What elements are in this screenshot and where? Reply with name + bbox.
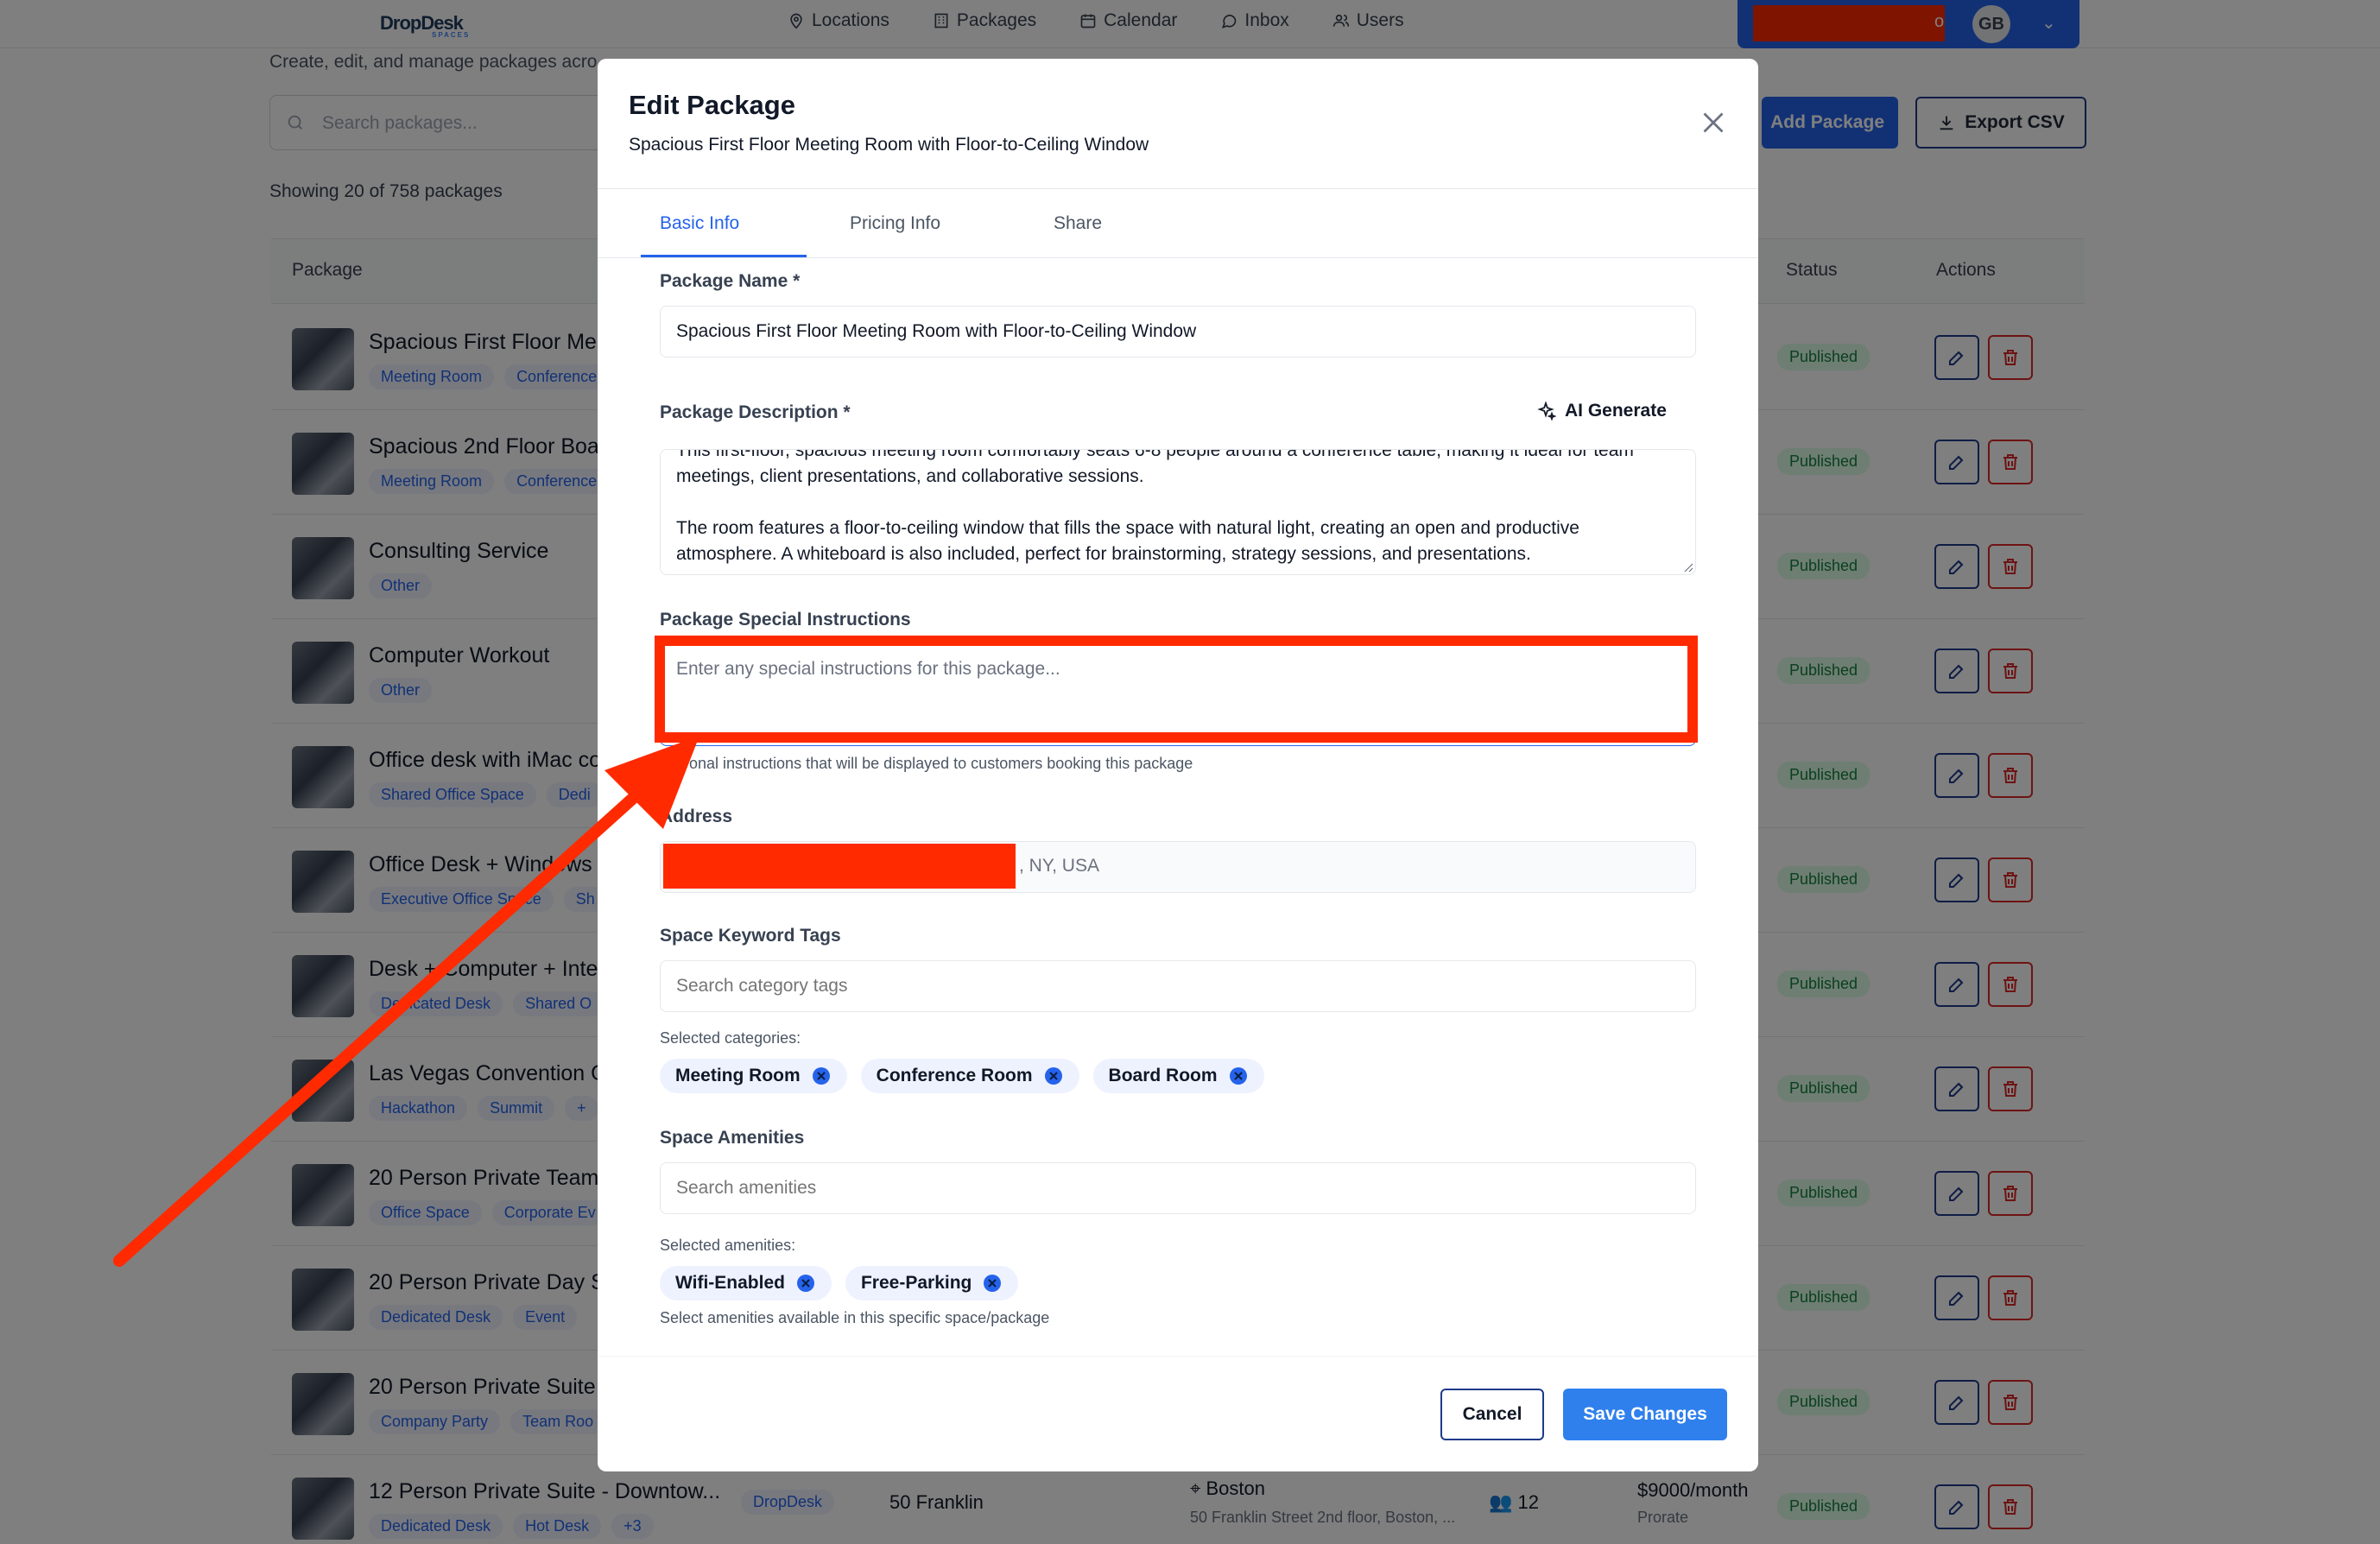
- modal-title: Edit Package: [629, 90, 795, 120]
- annotation-highlight-box: [655, 636, 1698, 743]
- amenities-helper: Select amenities available in this speci…: [660, 1309, 1050, 1326]
- ai-generate-button[interactable]: AI Generate: [1535, 401, 1667, 421]
- remove-chip-icon[interactable]: [1043, 1066, 1064, 1086]
- address-label: Address: [660, 807, 733, 826]
- active-tab-indicator: [641, 255, 807, 257]
- selected-chip: Meeting Room: [660, 1059, 847, 1093]
- tab-share[interactable]: Share: [1054, 213, 1102, 234]
- sparkle-icon: [1537, 401, 1556, 421]
- remove-chip-icon[interactable]: [795, 1273, 816, 1294]
- special-instructions-helper: onal instructions that will be displayed…: [689, 755, 1193, 772]
- selected-categories: Meeting Room Conference Room Board Room: [660, 1059, 1264, 1093]
- redacted-address: [663, 844, 1016, 889]
- special-instructions-label: Package Special Instructions: [660, 610, 911, 630]
- close-icon[interactable]: [1698, 107, 1729, 138]
- save-changes-button[interactable]: Save Changes: [1563, 1389, 1727, 1440]
- selected-chip: Conference Room: [860, 1059, 1079, 1093]
- amenities-search-input[interactable]: [660, 1162, 1696, 1214]
- tab-basic-info[interactable]: Basic Info: [660, 213, 739, 234]
- selected-amenities: Wifi-Enabled Free-Parking: [660, 1266, 1019, 1300]
- remove-chip-icon[interactable]: [982, 1273, 1003, 1294]
- selected-amenities-label: Selected amenities:: [660, 1237, 796, 1254]
- selected-chip: Free-Parking: [845, 1266, 1019, 1300]
- footer-divider: [598, 1356, 1758, 1357]
- remove-chip-icon[interactable]: [1228, 1066, 1249, 1086]
- selected-chip: Wifi-Enabled: [660, 1266, 832, 1300]
- address-suffix: , NY, USA: [1019, 856, 1099, 876]
- selected-categories-label: Selected categories:: [660, 1029, 801, 1047]
- modal-subtitle: Spacious First Floor Meeting Room with F…: [629, 135, 1149, 155]
- space-amenities-label: Space Amenities: [660, 1128, 805, 1148]
- package-description-label: Package Description *: [660, 402, 851, 422]
- package-name-input[interactable]: [660, 306, 1696, 358]
- package-name-label: Package Name *: [660, 271, 801, 291]
- package-description-textarea[interactable]: This first-floor, spacious meeting room …: [660, 449, 1696, 575]
- resize-handle-icon[interactable]: [1681, 560, 1693, 573]
- edit-package-modal: Edit Package Spacious First Floor Meetin…: [598, 59, 1758, 1471]
- description-text: This first-floor, spacious meeting room …: [676, 449, 1634, 564]
- cancel-button[interactable]: Cancel: [1440, 1389, 1544, 1440]
- tab-pricing-info[interactable]: Pricing Info: [850, 213, 940, 234]
- selected-chip: Board Room: [1092, 1059, 1264, 1093]
- remove-chip-icon[interactable]: [811, 1066, 832, 1086]
- keyword-tags-label: Space Keyword Tags: [660, 926, 841, 946]
- category-tags-search-input[interactable]: [660, 960, 1696, 1012]
- modal-tabs: Basic Info Pricing Info Share: [598, 189, 1758, 258]
